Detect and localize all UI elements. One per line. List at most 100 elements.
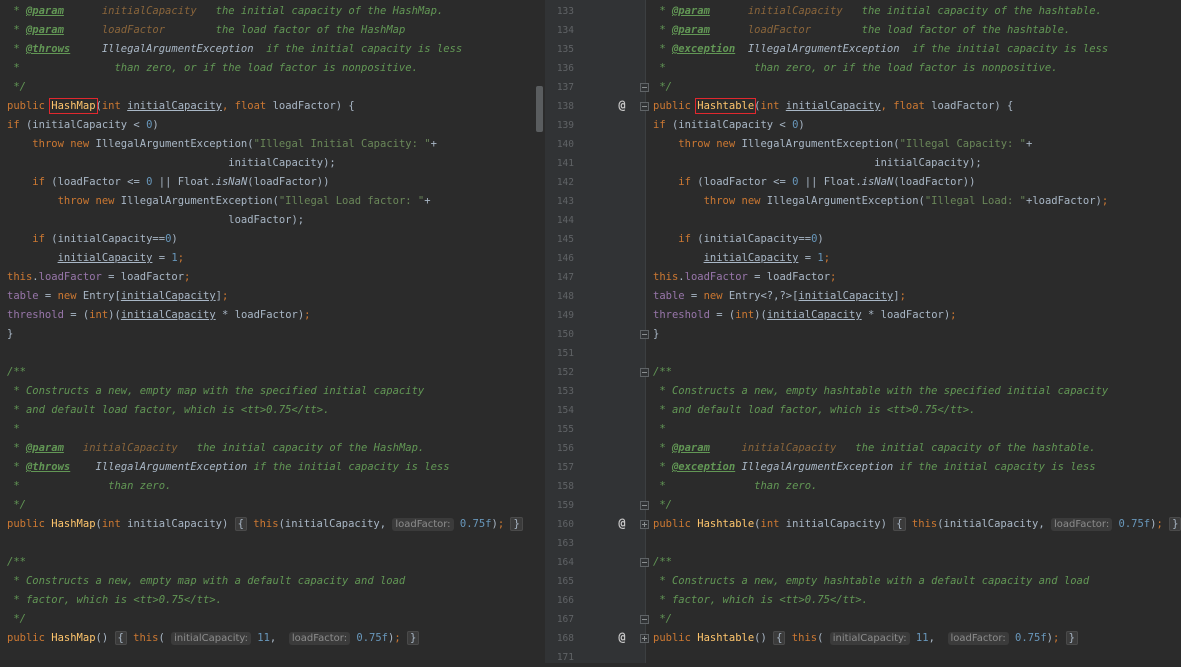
right-code-line[interactable]: * factor, which is <tt>0.75</tt>. (653, 591, 868, 610)
code-token: } (653, 328, 660, 340)
right-code-line[interactable]: table = new Entry<?,?>[initialCapacity]; (653, 287, 906, 306)
override-marker-icon[interactable]: @ (615, 98, 629, 112)
left-code-line[interactable]: * @throws IllegalArgumentException if th… (7, 40, 462, 59)
left-code-line[interactable]: * than zero. (7, 477, 171, 496)
left-code-line[interactable]: loadFactor); (7, 211, 304, 230)
code-token[interactable]: } (1065, 631, 1078, 645)
right-code-line[interactable]: */ (653, 496, 672, 515)
left-code-line[interactable]: if (initialCapacity==0) (7, 230, 177, 249)
left-scrollbar[interactable] (535, 0, 545, 663)
code-token: */ (653, 613, 672, 625)
code-token: this (911, 518, 938, 530)
left-code-line[interactable]: */ (7, 78, 26, 97)
right-code-line[interactable]: * than zero. (653, 477, 817, 496)
left-code-line[interactable]: this.loadFactor = loadFactor; (7, 268, 190, 287)
right-code-line[interactable]: * @param initialCapacity the initial cap… (653, 2, 1102, 21)
right-editor-pane[interactable]: * @param initialCapacity the initial cap… (646, 0, 1181, 663)
left-code-line[interactable]: public HashMap(int initialCapacity) { th… (7, 515, 523, 534)
left-code-line[interactable]: * @param initialCapacity the initial cap… (7, 2, 443, 21)
left-code-line[interactable]: if (initialCapacity < 0) (7, 116, 159, 135)
right-code-line[interactable]: if (initialCapacity==0) (653, 230, 823, 249)
code-token[interactable]: { (773, 631, 786, 645)
code-token[interactable]: } (510, 517, 523, 531)
left-code-line[interactable]: * @param initialCapacity the initial cap… (7, 439, 424, 458)
code-token: /** (7, 556, 26, 568)
code-token[interactable]: { (114, 631, 127, 645)
parameter-hint: initialCapacity: (171, 632, 251, 645)
parameter-hint: initialCapacity: (829, 632, 910, 645)
right-code-line[interactable]: public Hashtable() { this( initialCapaci… (653, 629, 1078, 648)
right-code-line[interactable]: threshold = (int)(initialCapacity * load… (653, 306, 957, 325)
left-code-line[interactable]: * factor, which is <tt>0.75</tt>. (7, 591, 222, 610)
code-token[interactable]: } (407, 631, 420, 645)
right-code-line[interactable]: initialCapacity = 1; (653, 249, 830, 268)
left-code-line[interactable]: /** (7, 553, 26, 572)
right-code-line[interactable]: * @param loadFactor the load factor of t… (653, 21, 1070, 40)
left-code-line[interactable]: throw new IllegalArgumentException("Ille… (7, 192, 431, 211)
right-code-line[interactable]: } (653, 325, 659, 344)
line-number: 134 (556, 25, 574, 36)
code-token: * factor, which is <tt>0.75</tt>. (7, 594, 222, 606)
left-code-line[interactable]: * @param loadFactor the load factor of t… (7, 21, 405, 40)
left-code-line[interactable]: * @throws IllegalArgumentException if th… (7, 458, 449, 477)
left-code-line[interactable]: * and default load factor, which is <tt>… (7, 401, 329, 420)
right-code-line[interactable]: initialCapacity); (653, 154, 981, 173)
right-code-line[interactable]: public Hashtable(int initialCapacity) { … (653, 515, 1181, 534)
left-code-line[interactable]: */ (7, 496, 26, 515)
left-code-line[interactable]: * Constructs a new, empty map with a def… (7, 572, 405, 591)
left-code-line[interactable]: * (7, 420, 19, 439)
code-token: Entry[ (82, 290, 121, 302)
code-token: loadFactor (684, 271, 748, 283)
line-number: 143 (556, 196, 574, 207)
override-marker-icon[interactable]: @ (615, 630, 629, 644)
right-code-line[interactable]: * Constructs a new, empty hashtable with… (653, 572, 1089, 591)
right-code-line[interactable]: public Hashtable(int initialCapacity, fl… (653, 97, 1013, 116)
left-code-line[interactable]: public HashMap() { this( initialCapacity… (7, 629, 420, 648)
code-token: IllegalArgumentException( (766, 195, 925, 207)
left-code-line[interactable]: table = new Entry[initialCapacity]; (7, 287, 228, 306)
override-marker-icon[interactable]: @ (615, 516, 629, 530)
code-token: ; (394, 632, 407, 644)
left-code-line[interactable]: * than zero, or if the load factor is no… (7, 59, 418, 78)
left-code-line[interactable]: throw new IllegalArgumentException("Ille… (7, 135, 437, 154)
right-code-line[interactable]: * (653, 420, 665, 439)
right-code-line[interactable]: if (initialCapacity < 0) (653, 116, 805, 135)
left-scroll-thumb[interactable] (536, 86, 543, 132)
right-code-line[interactable]: */ (653, 610, 672, 629)
highlighted-constructor-name: Hashtable (695, 98, 757, 114)
code-token: initialCapacity (101, 5, 197, 17)
right-code-line[interactable]: * @exception IllegalArgumentException if… (653, 458, 1095, 477)
left-code-line[interactable]: if (loadFactor <= 0 || Float.isNaN(loadF… (7, 173, 329, 192)
left-code-line[interactable]: initialCapacity = 1; (7, 249, 184, 268)
left-code-line[interactable]: */ (7, 610, 26, 629)
left-code-line[interactable]: public HashMap(int initialCapacity, floa… (7, 97, 355, 116)
right-code-line[interactable]: this.loadFactor = loadFactor; (653, 268, 836, 287)
right-code-line[interactable]: * @param initialCapacity the initial cap… (653, 439, 1095, 458)
line-number: 167 (556, 614, 574, 625)
code-token: initialCapacity (57, 252, 153, 264)
right-code-line[interactable]: throw new IllegalArgumentException("Ille… (653, 135, 1032, 154)
code-token: loadFactor (101, 24, 166, 36)
left-code-line[interactable]: initialCapacity); (7, 154, 335, 173)
code-token[interactable]: { (893, 517, 906, 531)
right-code-line[interactable]: * and default load factor, which is <tt>… (653, 401, 975, 420)
code-token: +loadFactor) (1026, 195, 1102, 207)
right-code-line[interactable]: * Constructs a new, empty hashtable with… (653, 382, 1108, 401)
left-code-line[interactable]: threshold = (int)(initialCapacity * load… (7, 306, 311, 325)
right-code-line[interactable]: * than zero, or if the load factor is no… (653, 59, 1057, 78)
code-token[interactable]: } (1169, 517, 1181, 531)
left-code-line[interactable]: * Constructs a new, empty map with the s… (7, 382, 424, 401)
right-code-line[interactable]: */ (653, 78, 672, 97)
left-code-line[interactable]: } (7, 325, 13, 344)
right-code-line[interactable]: /** (653, 553, 672, 572)
line-number: 144 (556, 215, 574, 226)
right-code-line[interactable]: if (loadFactor <= 0 || Float.isNaN(loadF… (653, 173, 975, 192)
right-code-line[interactable]: throw new IllegalArgumentException("Ille… (653, 192, 1109, 211)
right-code-line[interactable]: /** (653, 363, 672, 382)
left-editor-pane[interactable]: * @param initialCapacity the initial cap… (0, 0, 535, 663)
code-token[interactable]: { (234, 517, 247, 531)
left-code-line[interactable]: /** (7, 363, 26, 382)
right-code-line[interactable]: * @exception IllegalArgumentException if… (653, 40, 1108, 59)
